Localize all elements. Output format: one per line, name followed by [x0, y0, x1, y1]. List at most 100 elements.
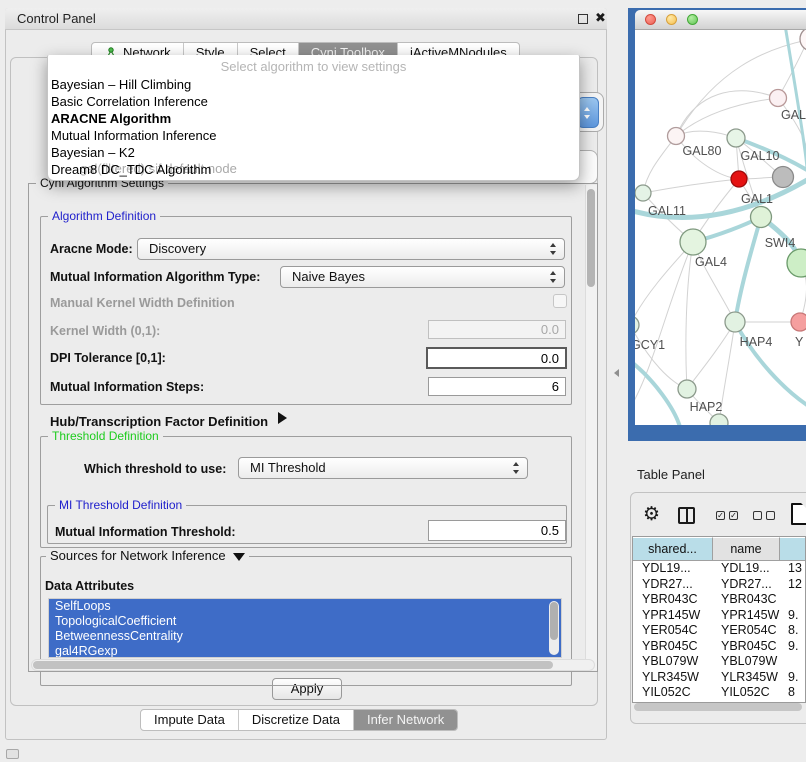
network-node-gray[interactable]: [773, 167, 794, 188]
node-label: GAL4: [695, 255, 727, 269]
table-row[interactable]: YLR345W YLR345W 9.: [633, 670, 805, 686]
data-attributes-label: Data Attributes: [45, 579, 134, 593]
mi-algorithm-type-label: Mutual Information Algorithm Type:: [50, 270, 260, 284]
column-header-partial[interactable]: [780, 537, 806, 561]
tab-discretize-data[interactable]: Discretize Data: [238, 710, 353, 730]
dropdown-item-mutual-information[interactable]: Mutual Information Inference: [51, 127, 571, 144]
node-label: GAL: [781, 108, 806, 122]
control-panel-title: Control Panel: [17, 11, 96, 26]
node-label: Y: [795, 335, 804, 349]
table-panel-title: Table Panel: [637, 467, 705, 482]
data-attributes-list: SelfLoops TopologicalCoefficient Between…: [48, 598, 562, 658]
network-node-gcy1[interactable]: [635, 316, 639, 334]
table-header-row: shared... name: [633, 537, 805, 561]
mi-steps-field[interactable]: [428, 377, 566, 396]
mi-threshold-field[interactable]: [428, 520, 566, 541]
collapse-arrow-icon[interactable]: [233, 553, 245, 561]
dpi-tolerance-field[interactable]: [426, 347, 567, 369]
list-item-gal4rgexp[interactable]: gal4RGexp: [49, 644, 561, 658]
node-label: SWI4: [765, 236, 796, 250]
network-node-swi4[interactable]: [751, 207, 772, 228]
node-label: HAP4: [740, 335, 773, 349]
attributes-list-scrollbar-thumb[interactable]: [550, 602, 558, 640]
node-label: GAL1: [741, 192, 773, 206]
dropdown-item-bayesian-k2[interactable]: Bayesian – K2: [51, 144, 571, 161]
which-threshold-combobox[interactable]: MI Threshold: [238, 457, 528, 479]
minimized-panel-icon[interactable]: [6, 749, 19, 759]
node-label: GAL11: [648, 204, 686, 218]
aracne-mode-label: Aracne Mode:: [50, 242, 133, 256]
network-node-big-right[interactable]: [787, 249, 806, 277]
node-label: GAL10: [741, 149, 780, 163]
column-header-shared[interactable]: shared...: [633, 537, 713, 561]
network-node-pink-right[interactable]: [791, 313, 806, 331]
dropdown-item-dream8[interactable]: Dream8 DC_TDC Algorithm: [51, 161, 571, 178]
manual-kernel-width-label: Manual Kernel Width Definition: [50, 296, 235, 310]
gear-icon[interactable]: ⚙: [643, 503, 660, 526]
list-item-selfloops[interactable]: SelfLoops: [49, 599, 561, 614]
dropdown-item-basic-correlation[interactable]: Basic Correlation Inference: [51, 93, 571, 110]
network-node-gal1[interactable]: [731, 171, 747, 187]
network-canvas[interactable]: GAL GAL80 GAL10 GAL1 GAL11 SWI4 GAL4 GCY…: [635, 30, 806, 425]
network-node-hap4[interactable]: [725, 312, 745, 332]
mac-minimize-icon[interactable]: [666, 14, 677, 25]
table-horizontal-scrollbar[interactable]: [633, 702, 804, 712]
tab-impute-data[interactable]: Impute Data: [141, 710, 238, 730]
mi-steps-label: Mutual Information Steps:: [50, 380, 204, 394]
table-row[interactable]: YDL19... YDL19... 13: [633, 561, 805, 577]
columns-icon[interactable]: [678, 507, 695, 524]
stepper-arrows-icon: [513, 462, 520, 474]
network-node-gal10[interactable]: [727, 129, 745, 147]
network-node-gal4[interactable]: [680, 229, 706, 255]
table-row[interactable]: YBL079W YBL079W: [633, 654, 805, 670]
bottom-tabbar: Impute Data Discretize Data Infer Networ…: [140, 709, 458, 731]
stepper-arrows-icon: [550, 271, 557, 283]
mac-zoom-icon[interactable]: [687, 14, 698, 25]
dropdown-item-bayesian-hill-climbing[interactable]: Bayesian – Hill Climbing: [51, 76, 571, 93]
column-header-name[interactable]: name: [713, 537, 780, 561]
network-node-pink-top[interactable]: [770, 90, 787, 107]
combobox-stepper-button[interactable]: [577, 97, 599, 128]
table-row[interactable]: YBR043C YBR043C: [633, 592, 805, 608]
settings-vertical-scrollbar-thumb[interactable]: [587, 189, 595, 287]
dpi-tolerance-label: DPI Tolerance [0,1]:: [50, 351, 166, 365]
deselect-all-columns-icon[interactable]: [753, 511, 775, 520]
network-graph: GAL GAL80 GAL10 GAL1 GAL11 SWI4 GAL4 GCY…: [635, 30, 806, 425]
node-label: HAP2: [690, 400, 723, 414]
select-all-columns-icon[interactable]: ✓ ✓: [716, 511, 738, 520]
tab-infer-network[interactable]: Infer Network: [353, 710, 457, 730]
splitter-collapse-icon[interactable]: [614, 369, 619, 377]
stepper-arrows-icon: [550, 243, 557, 255]
which-threshold-label: Which threshold to use:: [84, 462, 226, 476]
float-window-icon[interactable]: [578, 14, 588, 24]
table-horizontal-scrollbar-thumb[interactable]: [634, 703, 802, 711]
network-node-bottom[interactable]: [710, 414, 728, 425]
algorithm-dropdown-popup: Select algorithm to view settings gal(fi…: [47, 55, 580, 181]
mi-algorithm-type-combobox[interactable]: Naive Bayes: [280, 266, 565, 288]
close-icon[interactable]: ✖: [595, 10, 606, 26]
threshold-definition-title: Threshold Definition: [48, 430, 163, 443]
export-table-icon[interactable]: [791, 503, 806, 525]
expand-arrow-icon[interactable]: [278, 412, 287, 424]
network-node-gal11[interactable]: [635, 185, 651, 201]
table-row[interactable]: YPR145W YPR145W 9.: [633, 608, 805, 624]
attributes-list-scrollbar[interactable]: [549, 601, 559, 655]
network-node-gal80[interactable]: [668, 128, 685, 145]
settings-horizontal-scrollbar-thumb[interactable]: [33, 661, 553, 669]
mac-close-icon[interactable]: [645, 14, 656, 25]
aracne-mode-combobox[interactable]: Discovery: [137, 238, 565, 260]
list-item-betweennesscentrality[interactable]: BetweennessCentrality: [49, 629, 561, 644]
node-label: GCY1: [635, 338, 665, 352]
network-node-partial-top[interactable]: [800, 30, 806, 51]
table-row[interactable]: YIL052C YIL052C 8: [633, 685, 805, 701]
network-window: GAL GAL80 GAL10 GAL1 GAL11 SWI4 GAL4 GCY…: [635, 10, 806, 425]
table-row[interactable]: YER054C YER054C 8.: [633, 623, 805, 639]
network-node-hap2[interactable]: [678, 380, 696, 398]
list-item-topologicalcoefficient[interactable]: TopologicalCoefficient: [49, 614, 561, 629]
table-row[interactable]: YBR045C YBR045C 9.: [633, 639, 805, 655]
dropdown-prompt: Select algorithm to view settings: [48, 59, 579, 74]
algorithm-definition-title: Algorithm Definition: [48, 210, 160, 223]
manual-kernel-width-checkbox: [553, 294, 567, 308]
dropdown-item-aracne[interactable]: ARACNE Algorithm: [51, 110, 571, 127]
table-row[interactable]: YDR27... YDR27... 12: [633, 577, 805, 593]
